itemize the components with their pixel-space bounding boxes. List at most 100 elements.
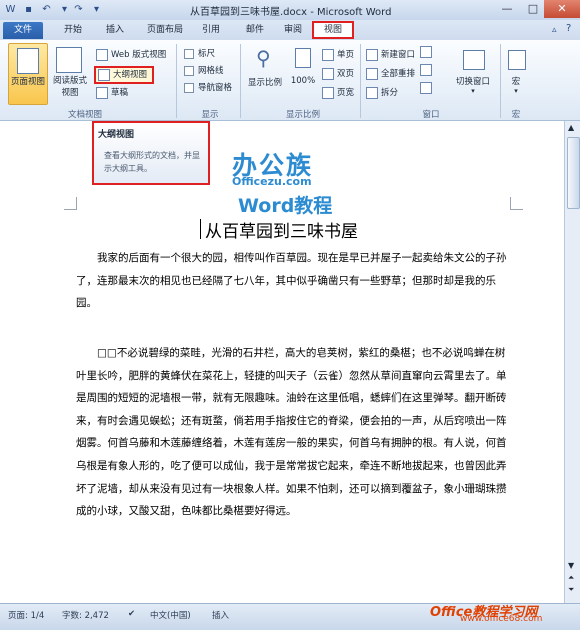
margin-corner-marker [510,197,523,210]
tab-home[interactable]: 开始 [58,22,88,39]
macros-icon [508,50,526,70]
tooltip-description: 查看大纲形式的文档，并显示大纲工具。 [104,151,200,173]
tooltip-title: 大纲视图 [98,130,135,140]
page-width-button[interactable]: 页宽 [322,86,354,99]
window-title: 从百草园到三味书屋.docx - Microsoft Word [190,7,392,18]
web-view-icon [96,48,108,61]
word-count[interactable]: 字数: 2,472 [62,609,109,621]
draft-view-button[interactable]: 草稿 [96,86,128,99]
zoom-100-button[interactable]: 100% [288,44,318,96]
new-window-label: 新建窗口 [381,50,416,60]
gridlines-checkbox[interactable]: 网格线 [184,64,224,76]
scroll-thumb[interactable] [567,137,580,209]
word-icon[interactable]: W [4,3,17,16]
magnifier-icon: ⚲ [256,46,271,70]
one-page-label: 单页 [337,50,355,60]
two-pages-label: 双页 [337,69,355,79]
arrange-all-icon [366,67,378,80]
dropdown-arrow-icon: ▾ [471,87,475,95]
reading-view-icon [56,47,82,73]
page-view-button[interactable]: 页面视图 [8,43,48,105]
gridlines-label: 网格线 [198,66,224,76]
one-page-button[interactable]: 单页 [322,48,354,61]
document-title: 从百草园到三味书屋 [205,222,358,242]
dropdown-arrow-icon: ▾ [514,87,518,95]
reading-view-label-2: 视图 [61,88,79,98]
logo-url: Officezu.com [232,175,312,188]
macros-button[interactable]: 宏 ▾ [504,44,528,104]
two-pages-icon [322,67,334,80]
page-width-label: 页宽 [337,88,355,98]
group-label-doc-views: 文档视图 [67,110,102,120]
language-indicator[interactable]: 中文(中国) [150,609,191,621]
one-page-icon [322,48,334,61]
tab-mailings[interactable]: 邮件 [240,22,270,39]
page-view-label: 页面视图 [10,77,45,87]
side-by-side-icon[interactable] [420,46,435,58]
tab-references[interactable]: 引用 [196,22,226,39]
zoom-button[interactable]: ⚲ 显示比例 [244,44,286,96]
next-page-icon[interactable]: ⏷ [568,585,574,595]
paragraph: 我家的后面有一个很大的园，相传叫作百草园。现在是早已并屋子一起卖给朱文公的子孙了… [76,252,507,310]
maximize-button[interactable]: □ [520,0,546,18]
tab-file[interactable]: 文件 [3,22,43,39]
scroll-up-icon[interactable]: ▲ [568,123,574,132]
group-separator [240,44,241,118]
ruler-check-icon [184,48,194,59]
sync-scroll-icon[interactable] [420,64,435,76]
nav-pane-checkbox[interactable]: 导航窗格 [184,81,232,93]
switch-windows-icon [463,50,485,70]
draft-view-icon [96,86,108,99]
switch-windows-button[interactable]: 切换窗口 ▾ [448,44,498,104]
insert-mode[interactable]: 插入 [212,609,229,621]
close-button[interactable]: ✕ [544,0,580,18]
spellcheck-icon[interactable]: ✔ [128,609,135,619]
tab-page-layout[interactable]: 页面布局 [140,22,190,39]
zoom-100-label: 100% [290,76,316,86]
new-window-button[interactable]: 新建窗口 [366,48,415,61]
collapse-ribbon-icon[interactable]: ▵ [552,25,557,35]
undo-icon[interactable]: ↶ [40,3,53,16]
ruler-label: 标尺 [198,49,216,59]
paragraph: □□不必说碧绿的菜畦，光滑的石井栏，高大的皂荚树，紫红的桑椹；也不必说鸣蝉在树叶… [76,347,507,518]
switch-windows-label: 切换窗口 [455,77,490,87]
reset-position-icon[interactable] [420,82,435,94]
save-icon[interactable]: ▪ [22,3,35,16]
group-label-show: 显示 [201,110,219,120]
dropdown-icon[interactable]: ▾ [58,3,71,16]
page-count[interactable]: 页面: 1/4 [8,609,44,621]
ruler-checkbox[interactable]: 标尺 [184,47,215,59]
outline-view-label: 大纲视图 [113,70,148,80]
help-icon[interactable]: ? [566,23,571,34]
text-cursor [200,219,201,239]
tab-review[interactable]: 审阅 [278,22,308,39]
group-label-macros: 宏 [511,110,521,120]
prev-page-icon[interactable]: ⏶ [568,573,574,583]
tab-insert[interactable]: 插入 [100,22,130,39]
split-button[interactable]: 拆分 [366,86,398,99]
tab-view[interactable]: 视图 [312,21,354,39]
gridlines-check-icon [184,65,194,76]
tooltip: 大纲视图 查看大纲形式的文档，并显示大纲工具。 [92,121,210,185]
minimize-button[interactable]: — [494,0,520,18]
zoom-label: 显示比例 [247,78,282,88]
arrange-all-button[interactable]: 全部重排 [366,67,415,80]
page-100-icon [295,48,311,68]
group-label-window: 窗口 [422,110,440,120]
scroll-down-icon[interactable]: ▼ [568,561,574,570]
outline-view-button[interactable]: 大纲视图 [94,66,154,84]
web-view-button[interactable]: Web 版式视图 [96,48,166,61]
reading-view-button[interactable]: 阅读版式 视图 [50,43,90,103]
page-view-icon [17,48,39,74]
group-separator [500,44,501,118]
two-pages-button[interactable]: 双页 [322,67,354,80]
customize-qat-icon[interactable]: ▾ [90,3,103,16]
document-canvas[interactable]: 办公族 Officezu.com Word教程 从百草园到三味书屋 我家的后面有… [0,121,564,603]
macros-label: 宏 [511,77,521,87]
new-window-icon [366,48,378,61]
nav-pane-check-icon [184,82,194,93]
redo-icon[interactable]: ↷ [72,3,85,16]
split-label: 拆分 [381,88,399,98]
vertical-scrollbar[interactable]: ▲ ▼ ⏶ ⏷ [564,121,580,603]
title-bar: W ▪ ↶ ▾ ↷ ▾ 从百草园到三味书屋.docx - Microsoft W… [0,0,580,20]
